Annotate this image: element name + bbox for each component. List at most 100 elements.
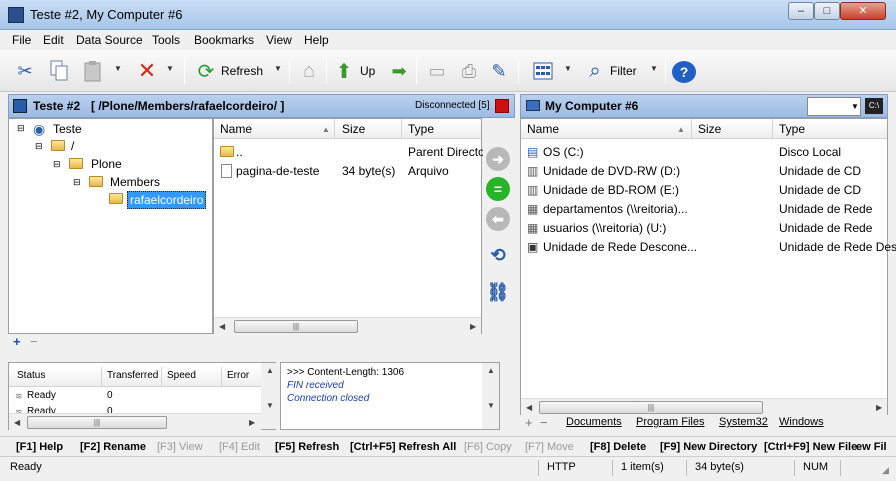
- copy-right-arrow-icon[interactable]: ➜: [486, 147, 510, 171]
- paste-icon[interactable]: [80, 57, 106, 85]
- help-icon[interactable]: ?: [672, 61, 696, 83]
- col-speed[interactable]: Speed: [167, 370, 196, 381]
- column-divider[interactable]: [401, 119, 402, 139]
- fkey-refresh[interactable]: [F5] Refresh: [275, 441, 339, 453]
- column-name[interactable]: Name: [220, 122, 252, 136]
- forward-folder-icon[interactable]: ➡: [386, 57, 412, 85]
- drive-icon[interactable]: ▭: [424, 57, 450, 85]
- refresh-label[interactable]: Refresh: [221, 64, 263, 78]
- column-name[interactable]: Name: [527, 122, 559, 136]
- home-icon[interactable]: ⌂: [296, 57, 322, 85]
- vertical-scrollbar[interactable]: ▲ ▼: [482, 363, 499, 429]
- chevron-down-icon[interactable]: ▼: [851, 102, 859, 111]
- command-prompt-icon[interactable]: C:\: [865, 98, 883, 114]
- fkey-refresh-all[interactable]: [Ctrl+F5] Refresh All: [350, 441, 456, 453]
- fkey-move[interactable]: [F7] Move: [525, 441, 574, 453]
- col-error[interactable]: Error: [227, 370, 249, 381]
- menu-help[interactable]: Help: [304, 33, 329, 47]
- maximize-button[interactable]: □: [814, 2, 840, 20]
- collapse-icon[interactable]: ⊟: [53, 159, 61, 170]
- menu-data-source[interactable]: Data Source: [76, 33, 143, 47]
- up-icon[interactable]: ⬆: [332, 57, 356, 85]
- scroll-left-icon[interactable]: ◀: [14, 418, 20, 427]
- copy-left-arrow-icon[interactable]: ⬅: [486, 207, 510, 231]
- filter-dropdown-icon[interactable]: ▼: [650, 64, 658, 73]
- fkey-copy[interactable]: [F6] Copy: [464, 441, 512, 453]
- vertical-scrollbar[interactable]: ▲ ▼: [261, 363, 278, 429]
- column-size[interactable]: Size: [698, 122, 721, 136]
- horizontal-scrollbar[interactable]: ◀ ||| ▶: [9, 413, 261, 430]
- column-divider[interactable]: [772, 119, 773, 139]
- scroll-right-icon[interactable]: ▶: [249, 418, 255, 427]
- scroll-up-icon[interactable]: ▲: [487, 366, 495, 375]
- printer-icon[interactable]: ⎙: [456, 57, 482, 85]
- scroll-left-icon[interactable]: ◀: [526, 403, 532, 412]
- column-divider[interactable]: [691, 119, 692, 139]
- synchronize-icon[interactable]: =: [486, 177, 510, 201]
- column-divider[interactable]: [101, 367, 102, 387]
- column-divider[interactable]: [334, 119, 335, 139]
- minimize-button[interactable]: –: [788, 2, 814, 20]
- column-type[interactable]: Type: [408, 122, 434, 136]
- fkey-overflow[interactable]: ew Fil: [856, 441, 887, 453]
- menu-view[interactable]: View: [266, 33, 292, 47]
- filter-search-icon[interactable]: ⌕: [582, 57, 608, 85]
- fkey-new-directory[interactable]: [F9] New Directory: [660, 441, 757, 453]
- horizontal-scrollbar[interactable]: ◀ ||| ▶: [214, 317, 481, 334]
- copy-icon[interactable]: [46, 57, 72, 85]
- delete-icon[interactable]: ✕: [134, 57, 160, 85]
- resize-grip-icon[interactable]: ◢: [882, 465, 889, 476]
- sync-folders-icon[interactable]: ⟲: [486, 243, 510, 267]
- up-label[interactable]: Up: [360, 64, 375, 78]
- fkey-rename[interactable]: [F2] Rename: [80, 441, 146, 453]
- link-icon[interactable]: ⛓: [486, 280, 510, 304]
- scroll-right-icon[interactable]: ▶: [876, 403, 882, 412]
- tree-add-button[interactable]: +: [13, 334, 21, 349]
- fkey-help[interactable]: [F1] Help: [16, 441, 63, 453]
- refresh-dropdown-icon[interactable]: ▼: [274, 64, 282, 73]
- cut-icon[interactable]: ✂: [12, 57, 38, 85]
- column-type[interactable]: Type: [779, 122, 805, 136]
- filter-label[interactable]: Filter: [610, 64, 637, 78]
- tree-remove-button[interactable]: −: [30, 334, 38, 349]
- view-grid-icon[interactable]: [530, 57, 556, 85]
- tab-windows[interactable]: Windows: [779, 416, 824, 430]
- path-combo[interactable]: ▼: [807, 97, 861, 116]
- horizontal-scrollbar[interactable]: ◀ ||| ▶: [521, 398, 887, 415]
- close-button[interactable]: ✕: [840, 2, 886, 20]
- scroll-down-icon[interactable]: ▼: [266, 401, 274, 410]
- col-status[interactable]: Status: [17, 370, 45, 381]
- col-transferred[interactable]: Transferred: [107, 370, 158, 381]
- menu-file[interactable]: File: [12, 33, 31, 47]
- fkey-new-file[interactable]: [Ctrl+F9] New File: [764, 441, 857, 453]
- menu-tools[interactable]: Tools: [152, 33, 180, 47]
- column-size[interactable]: Size: [342, 122, 365, 136]
- scroll-down-icon[interactable]: ▼: [487, 401, 495, 410]
- delete-dropdown-icon[interactable]: ▼: [166, 64, 174, 73]
- scrollbar-thumb[interactable]: |||: [539, 401, 763, 414]
- menu-bookmarks[interactable]: Bookmarks: [194, 33, 254, 47]
- fkey-view[interactable]: [F3] View: [157, 441, 203, 453]
- disconnect-button[interactable]: [495, 99, 509, 113]
- edit-properties-icon[interactable]: ✎: [486, 57, 512, 85]
- scrollbar-thumb[interactable]: |||: [27, 416, 167, 429]
- collapse-icon[interactable]: ⊟: [73, 177, 81, 188]
- menu-edit[interactable]: Edit: [43, 33, 64, 47]
- tab-add-button[interactable]: +: [525, 415, 533, 430]
- fkey-edit[interactable]: [F4] Edit: [219, 441, 260, 453]
- tab-system32[interactable]: System32: [719, 416, 768, 430]
- tab-remove-button[interactable]: −: [540, 415, 548, 430]
- tab-documents[interactable]: Documents: [566, 416, 622, 430]
- collapse-icon[interactable]: ⊟: [35, 141, 43, 152]
- column-divider[interactable]: [221, 367, 222, 387]
- view-dropdown-icon[interactable]: ▼: [564, 64, 572, 73]
- scroll-up-icon[interactable]: ▲: [266, 366, 274, 375]
- collapse-icon[interactable]: ⊟: [17, 123, 25, 134]
- scroll-right-icon[interactable]: ▶: [470, 322, 476, 331]
- scroll-left-icon[interactable]: ◀: [219, 322, 225, 331]
- fkey-delete[interactable]: [F8] Delete: [590, 441, 646, 453]
- scrollbar-thumb[interactable]: |||: [234, 320, 358, 333]
- column-divider[interactable]: [161, 367, 162, 387]
- tab-program-files[interactable]: Program Files: [636, 416, 704, 430]
- refresh-icon[interactable]: ⟳: [194, 57, 218, 85]
